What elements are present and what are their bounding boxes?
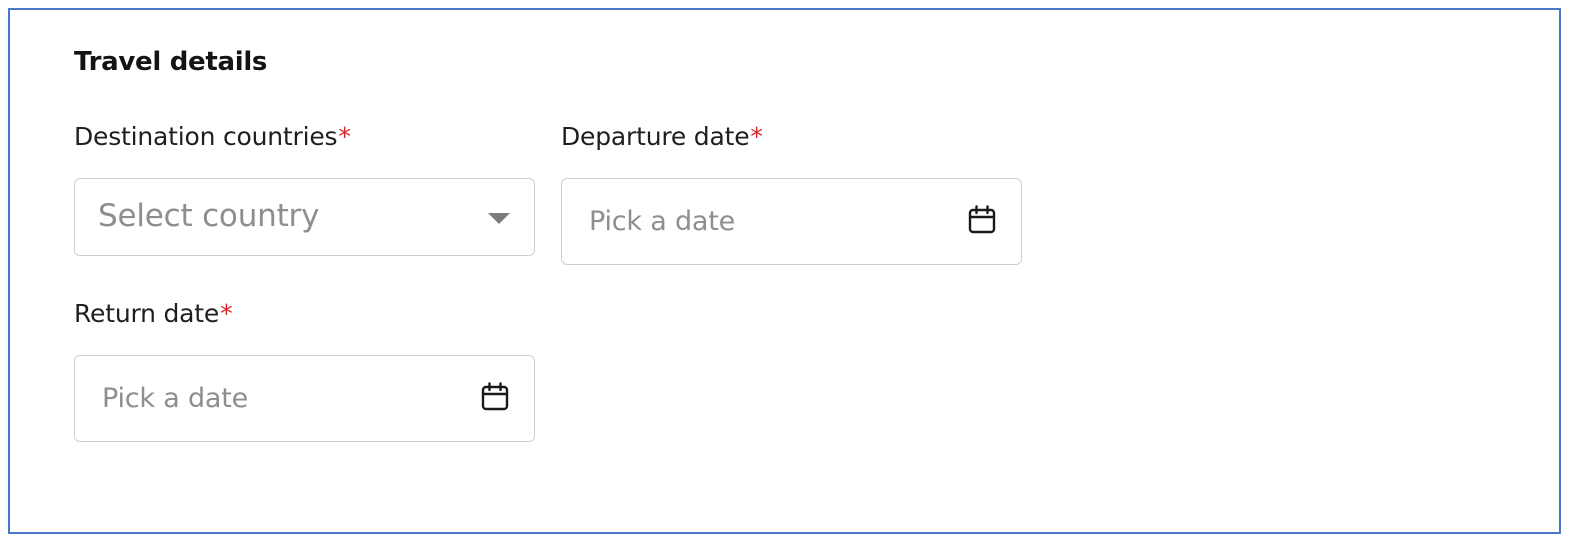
destination-countries-label-text: Destination countries xyxy=(74,122,338,151)
required-marker: * xyxy=(750,122,763,151)
calendar-icon[interactable] xyxy=(967,205,997,235)
dropdown-caret-icon[interactable] xyxy=(488,213,510,224)
select-country-placeholder: Select country xyxy=(98,198,320,234)
required-marker: * xyxy=(338,122,351,151)
travel-details-panel: Travel details Destination countries* Se… xyxy=(8,8,1561,534)
return-date-label-text: Return date xyxy=(74,299,220,328)
departure-date-label: Departure date* xyxy=(561,122,763,151)
return-date-placeholder: Pick a date xyxy=(102,383,249,414)
destination-country-select[interactable]: Select country xyxy=(74,178,535,256)
departure-date-picker[interactable]: Pick a date xyxy=(561,178,1022,265)
section-title: Travel details xyxy=(74,47,268,77)
required-marker: * xyxy=(220,299,233,328)
destination-countries-label: Destination countries* xyxy=(74,122,351,151)
departure-date-label-text: Departure date xyxy=(561,122,750,151)
calendar-icon[interactable] xyxy=(480,382,510,412)
return-date-picker[interactable]: Pick a date xyxy=(74,355,535,442)
departure-date-placeholder: Pick a date xyxy=(589,206,736,237)
return-date-label: Return date* xyxy=(74,299,233,328)
